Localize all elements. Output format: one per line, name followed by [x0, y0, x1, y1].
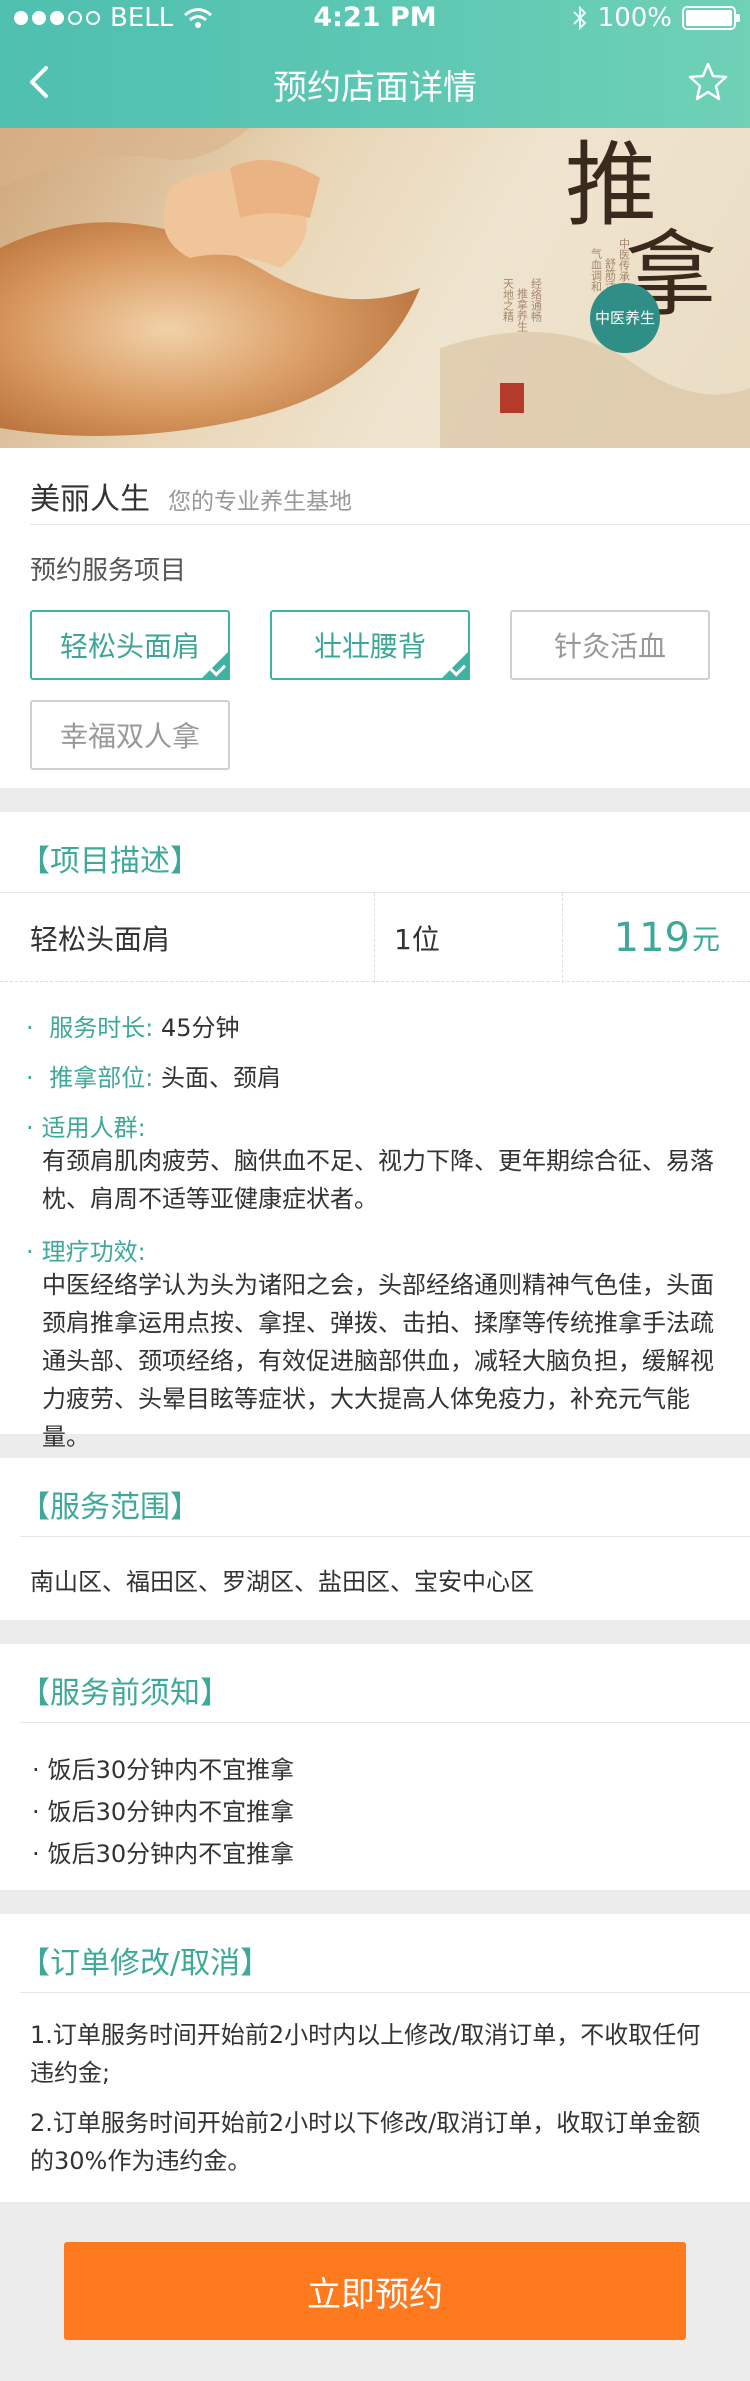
service-tag-label: 轻松头面肩	[59, 630, 200, 663]
duration-value: 45分钟	[161, 1014, 240, 1042]
notice-title: 【服务前须知】	[20, 1676, 230, 1711]
bluetooth-icon	[572, 5, 587, 31]
divider	[562, 893, 563, 983]
book-now-button[interactable]: 立即预约	[64, 2242, 686, 2340]
description-summary-row: 轻松头面肩 1位 119 元	[0, 892, 750, 983]
svg-text:经络通畅: 经络通畅	[530, 278, 543, 322]
notice-card: 【服务前须知】 饭后30分钟内不宜推拿 饭后30分钟内不宜推拿 饭后30分钟内不…	[0, 1644, 750, 1890]
service-tag-label: 幸福双人拿	[59, 720, 200, 753]
people-count: 1位	[394, 923, 440, 956]
favorite-star-icon[interactable]	[684, 58, 732, 106]
divider	[20, 1992, 750, 1993]
price-value: 119	[613, 915, 690, 961]
battery-label: 100%	[597, 3, 672, 33]
header: BELL 4:21 PM 100% 预约店面详情	[0, 0, 750, 128]
price-unit: 元	[691, 923, 720, 956]
banner-subtitle-badge: 中医养生	[590, 283, 660, 353]
cancel-policy-card: 【订单修改/取消】 1.订单服务时间开始前2小时内以上修改/取消订单，不收取任何…	[0, 1914, 750, 2202]
status-bar: BELL 4:21 PM 100%	[0, 0, 750, 38]
divider	[20, 1722, 750, 1723]
shop-header: 美丽人生 您的专业养生基地	[30, 474, 352, 520]
duration-row: 服务时长: 45分钟	[26, 1008, 240, 1043]
shop-slogan: 您的专业养生基地	[168, 489, 352, 515]
svg-text:推拿养生: 推拿养生	[516, 287, 529, 332]
effect-text: 中医经络学认为头为诸阳之会，头部经络通则精神气色佳，头面颈肩推拿运用点按、拿捏、…	[42, 1271, 714, 1451]
service-tag-label: 壮壮腰背	[313, 630, 426, 663]
service-range-text: 南山区、福田区、罗湖区、盐田区、宝安中心区	[30, 1568, 534, 1596]
duration-label: 服务时长:	[49, 1014, 154, 1042]
notice-item: 饭后30分钟内不宜推拿	[32, 1792, 295, 1827]
service-tag-4[interactable]: 幸福双人拿	[30, 700, 230, 770]
notice-item: 饭后30分钟内不宜推拿	[32, 1750, 295, 1785]
divider	[20, 1536, 750, 1537]
nav-bar: 预约店面详情	[0, 38, 750, 128]
service-tag-2[interactable]: 壮壮腰背	[270, 610, 470, 680]
shop-name: 美丽人生	[30, 482, 150, 517]
service-tag-3[interactable]: 针灸活血	[510, 610, 710, 680]
cancel-policy-title: 【订单修改/取消】	[20, 1946, 271, 1981]
svg-text:天地之精: 天地之精	[502, 278, 515, 322]
check-icon	[440, 650, 470, 680]
area-value: 头面、颈肩	[161, 1064, 282, 1092]
target-label: 适用人群:	[26, 1108, 146, 1143]
services-label: 预约服务项目	[30, 556, 187, 586]
item-name: 轻松头面肩	[30, 923, 171, 956]
page-title: 预约店面详情	[273, 68, 477, 108]
battery-icon	[682, 6, 740, 30]
description-card: 【项目描述】 轻松头面肩 1位 119元 服务时长: 45分钟 推拿部位: 头面…	[0, 812, 750, 1451]
status-right: 100%	[572, 3, 740, 33]
divider	[374, 893, 375, 983]
cancel-rule-1: 1.订单服务时间开始前2小时内以上修改/取消订单，不收取任何违约金;	[30, 2021, 701, 2087]
notice-item: 饭后30分钟内不宜推拿	[32, 1834, 295, 1869]
service-range-card: 【服务范围】 南山区、福田区、罗湖区、盐田区、宝安中心区	[0, 1458, 750, 1620]
banner-image: 天地之精 推拿养生 经络通畅 气血调和 舒筋活络 中医传承 推 拿 中医养生	[0, 128, 750, 448]
description-title: 【项目描述】	[20, 844, 200, 879]
price: 119 元	[614, 893, 720, 983]
divider	[30, 524, 750, 525]
area-label: 推拿部位:	[49, 1064, 154, 1092]
seal-stamp	[500, 383, 524, 413]
area-row: 推拿部位: 头面、颈肩	[26, 1058, 281, 1093]
check-icon	[200, 650, 230, 680]
effect-label: 理疗功效:	[26, 1232, 146, 1267]
service-tag-1[interactable]: 轻松头面肩	[30, 610, 230, 680]
cancel-rule-2: 2.订单服务时间开始前2小时以下修改/取消订单，收取订单金额的30%作为违约金。	[30, 2109, 701, 2175]
target-text: 有颈肩肌肉疲劳、脑供血不足、视力下降、更年期综合征、易落枕、肩周不适等亚健康症状…	[42, 1147, 714, 1213]
service-tag-label: 针灸活血	[553, 630, 666, 663]
service-range-title: 【服务范围】	[20, 1490, 200, 1525]
shop-card: 美丽人生 您的专业养生基地 预约服务项目 轻松头面肩 壮壮腰背 针灸活血 幸福双…	[0, 448, 750, 788]
